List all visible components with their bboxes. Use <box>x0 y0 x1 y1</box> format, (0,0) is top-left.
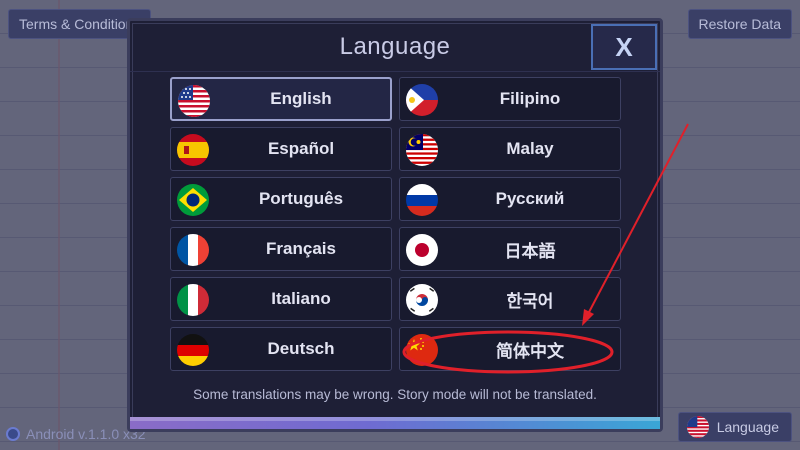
china-flag-icon <box>406 334 438 366</box>
close-button[interactable]: X <box>591 24 657 70</box>
language-option-deutsch[interactable]: Deutsch <box>170 327 392 371</box>
language-option-russian[interactable]: Русский <box>399 177 621 221</box>
language-option-japanese[interactable]: 日本語 <box>399 227 621 271</box>
language-option-malay[interactable]: Malay <box>399 127 621 171</box>
language-option-filipino[interactable]: Filipino <box>399 77 621 121</box>
japan-flag-icon <box>406 234 438 266</box>
language-label: Português <box>258 189 344 208</box>
language-label: 日本語 <box>504 241 556 261</box>
language-dialog: Language X English Filipino Español Mala… <box>127 18 663 432</box>
spain-flag-icon <box>177 134 209 166</box>
philippines-flag-icon <box>406 84 438 116</box>
language-option-italiano[interactable]: Italiano <box>170 277 392 321</box>
language-label: English <box>270 89 332 108</box>
russia-flag-icon <box>406 184 438 216</box>
us-flag-icon <box>686 416 709 438</box>
dialog-bottom-stripe <box>130 417 660 429</box>
us-flag-icon <box>178 85 210 117</box>
language-option-english[interactable]: English <box>170 77 392 121</box>
dialog-title: Language <box>339 33 451 60</box>
restore-data-button[interactable]: Restore Data <box>687 9 792 39</box>
language-option-korean[interactable]: 한국어 <box>399 277 621 321</box>
translation-disclaimer: Some translations may be wrong. Story mo… <box>193 387 597 402</box>
language-button-label: Language <box>716 419 779 435</box>
italy-flag-icon <box>177 284 209 316</box>
language-label: Español <box>267 139 335 158</box>
malaysia-flag-icon <box>406 134 438 166</box>
language-option-espanol[interactable]: Español <box>170 127 392 171</box>
language-label: Русский <box>495 189 565 208</box>
language-label: 简体中文 <box>496 341 564 361</box>
title-divider <box>130 71 660 72</box>
language-label: Malay <box>506 139 554 158</box>
france-flag-icon <box>177 234 209 266</box>
brazil-flag-icon <box>177 184 209 216</box>
app-logo-icon <box>6 427 20 441</box>
language-button[interactable]: Language <box>677 412 792 442</box>
language-label: Deutsch <box>267 339 335 358</box>
language-option-simplified-chinese[interactable]: 简体中文 <box>399 327 621 371</box>
germany-flag-icon <box>177 334 209 366</box>
language-label: Français <box>266 239 336 258</box>
language-option-portugues[interactable]: Português <box>170 177 392 221</box>
language-label: Filipino <box>499 89 561 108</box>
language-label: Italiano <box>271 289 331 308</box>
version-info: Android v.1.1.0 x32 <box>6 424 146 444</box>
language-option-francais[interactable]: Français <box>170 227 392 271</box>
korea-flag-icon <box>406 284 438 316</box>
language-label: 한국어 <box>506 291 554 311</box>
